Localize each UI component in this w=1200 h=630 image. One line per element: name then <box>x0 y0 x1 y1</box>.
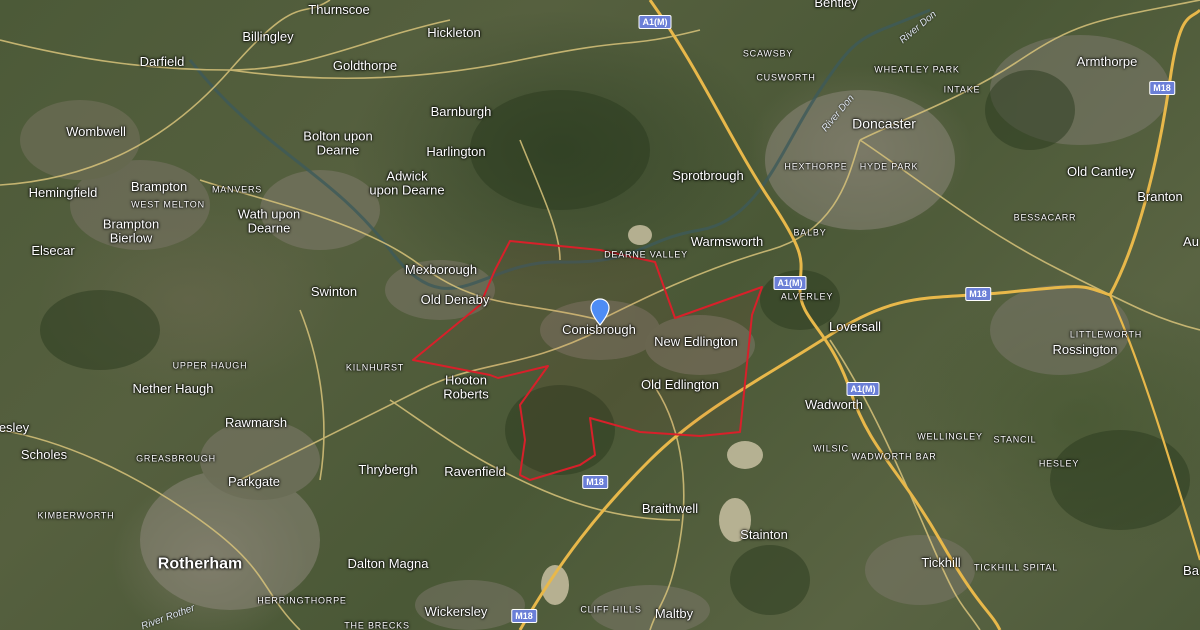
map-pin-icon[interactable] <box>590 298 610 326</box>
place-label[interactable]: MANVERS <box>212 184 262 194</box>
place-label[interactable]: HESLEY <box>1039 458 1079 468</box>
place-label[interactable]: Mexborough <box>405 263 477 277</box>
place-label[interactable]: Old Cantley <box>1067 165 1135 179</box>
place-label[interactable]: Maltby <box>655 607 693 621</box>
place-label[interactable]: Wath upon Dearne <box>238 207 300 234</box>
place-label[interactable]: Hooton Roberts <box>443 373 489 400</box>
place-label[interactable]: KIMBERWORTH <box>38 510 115 520</box>
m18-shield: M18 <box>511 609 537 623</box>
place-label[interactable]: Old Edlington <box>641 378 719 392</box>
place-label[interactable]: Ravenfield <box>444 465 505 479</box>
place-label[interactable]: Barnburgh <box>431 105 492 119</box>
place-label[interactable]: Wickersley <box>425 605 488 619</box>
place-label[interactable]: Ba <box>1183 564 1199 578</box>
place-label[interactable]: New Edlington <box>654 335 738 349</box>
satellite-map[interactable]: A1(M) A1(M) A1(M) M18 M18 M18 M18 River … <box>0 0 1200 630</box>
place-label[interactable]: ALVERLEY <box>781 291 833 301</box>
place-label[interactable]: WELLINGLEY <box>917 431 983 441</box>
place-label[interactable]: esley <box>0 421 29 435</box>
m18-shield: M18 <box>965 287 991 301</box>
place-label[interactable]: TICKHILL SPITAL <box>974 562 1058 572</box>
place-label[interactable]: Stainton <box>740 528 788 542</box>
place-label[interactable]: Swinton <box>311 285 357 299</box>
place-label[interactable]: Bolton upon Dearne <box>303 129 372 156</box>
place-label[interactable]: Thurnscoe <box>308 3 369 17</box>
place-label[interactable]: WADWORTH BAR <box>851 451 936 461</box>
place-label[interactable]: Armthorpe <box>1077 55 1138 69</box>
place-label[interactable]: Rossington <box>1052 343 1117 357</box>
m18-shield: M18 <box>582 475 608 489</box>
place-label[interactable]: Au <box>1183 235 1199 249</box>
place-label[interactable]: HYDE PARK <box>860 161 919 171</box>
place-label[interactable]: Harlington <box>426 145 485 159</box>
place-label[interactable]: BALBY <box>793 227 826 237</box>
place-label[interactable]: Scholes <box>21 448 67 462</box>
place-label[interactable]: CUSWORTH <box>756 72 815 82</box>
place-label[interactable]: Wombwell <box>66 125 126 139</box>
place-label[interactable]: Brampton Bierlow <box>103 217 159 244</box>
place-label[interactable]: Dalton Magna <box>348 557 429 571</box>
place-label[interactable]: UPPER HAUGH <box>173 360 248 370</box>
place-label[interactable]: Doncaster <box>852 116 916 132</box>
place-label[interactable]: BESSACARR <box>1014 212 1077 222</box>
place-label[interactable]: Tickhill <box>921 556 960 570</box>
place-label[interactable]: Goldthorpe <box>333 59 397 73</box>
place-label[interactable]: GREASBROUGH <box>136 453 216 463</box>
place-label[interactable]: Rawmarsh <box>225 416 287 430</box>
place-label[interactable]: LITTLEWORTH <box>1070 329 1142 339</box>
place-label[interactable]: SCAWSBY <box>743 48 793 58</box>
place-label[interactable]: WILSIC <box>813 443 849 453</box>
place-label[interactable]: Hemingfield <box>29 186 98 200</box>
place-label[interactable]: Thrybergh <box>358 463 417 477</box>
m18-shield: M18 <box>1149 81 1175 95</box>
place-label[interactable]: Nether Haugh <box>133 382 214 396</box>
place-label[interactable]: Old Denaby <box>421 293 490 307</box>
place-label[interactable]: Braithwell <box>642 502 698 516</box>
place-label[interactable]: KILNHURST <box>346 362 404 372</box>
a1m-shield: A1(M) <box>638 15 672 29</box>
place-label[interactable]: DEARNE VALLEY <box>604 249 688 259</box>
place-label[interactable]: Rotherham <box>158 556 242 574</box>
place-label[interactable]: Hickleton <box>427 26 480 40</box>
place-label[interactable]: WHEATLEY PARK <box>874 64 959 74</box>
place-label[interactable]: Loversall <box>829 320 881 334</box>
place-label[interactable]: STANCIL <box>994 434 1037 444</box>
place-label[interactable]: Warmsworth <box>691 235 763 249</box>
place-label[interactable]: CLIFF HILLS <box>580 604 641 614</box>
place-label[interactable]: Branton <box>1137 190 1183 204</box>
place-label[interactable]: Brampton <box>131 180 187 194</box>
place-label[interactable]: Elsecar <box>31 244 74 258</box>
place-label[interactable]: Sprotbrough <box>672 169 744 183</box>
place-label[interactable]: Adwick upon Dearne <box>369 169 444 196</box>
place-label[interactable]: HEXTHORPE <box>784 161 847 171</box>
place-label[interactable]: Bentley <box>814 0 857 10</box>
place-label[interactable]: Parkgate <box>228 475 280 489</box>
place-label[interactable]: Billingley <box>242 30 293 44</box>
place-label[interactable]: Wadworth <box>805 398 863 412</box>
place-label[interactable]: WEST MELTON <box>131 199 205 209</box>
place-label[interactable]: INTAKE <box>944 84 981 94</box>
place-label[interactable]: THE BRECKS <box>344 620 410 630</box>
a1m-shield: A1(M) <box>773 276 807 290</box>
place-label[interactable]: Darfield <box>140 55 185 69</box>
a1m-shield: A1(M) <box>846 382 880 396</box>
place-label[interactable]: HERRINGTHORPE <box>257 595 346 605</box>
